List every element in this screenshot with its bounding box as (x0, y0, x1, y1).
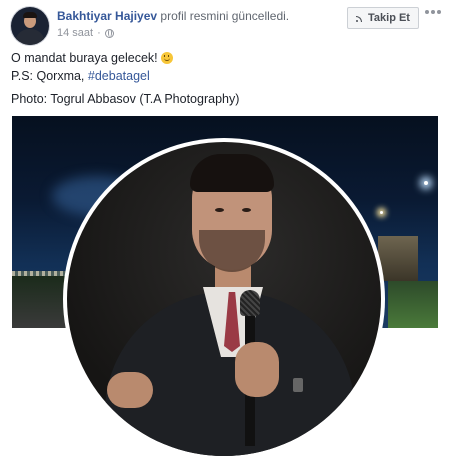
post-action-text: profil resmini güncelledi. (160, 9, 290, 23)
more-icon[interactable] (425, 10, 441, 14)
profile-picture[interactable] (63, 138, 385, 460)
follow-button[interactable]: Takip Et (347, 7, 419, 29)
rss-icon (356, 14, 364, 22)
post-meta: 14 saat · (57, 27, 114, 39)
author-name-link[interactable]: Bakhtiyar Hajiyev (57, 9, 157, 23)
hashtag-link[interactable]: #debatagel (88, 69, 150, 83)
post-text-line-3: Photo: Togrul Abbasov (T.A Photography) (11, 92, 240, 106)
smiley-icon (160, 52, 173, 64)
author-avatar[interactable] (11, 7, 49, 45)
post-text-line-1: O mandat buraya gelecek! (11, 51, 173, 65)
post-text-line-2: P.S: Qorxma, #debatagel (11, 69, 150, 83)
post-timestamp[interactable]: 14 saat (57, 27, 93, 39)
globe-icon[interactable] (104, 28, 114, 38)
follow-button-label: Takip Et (368, 12, 410, 24)
post-header: Bakhtiyar Hajiyev profil resmini güncell… (57, 9, 289, 23)
